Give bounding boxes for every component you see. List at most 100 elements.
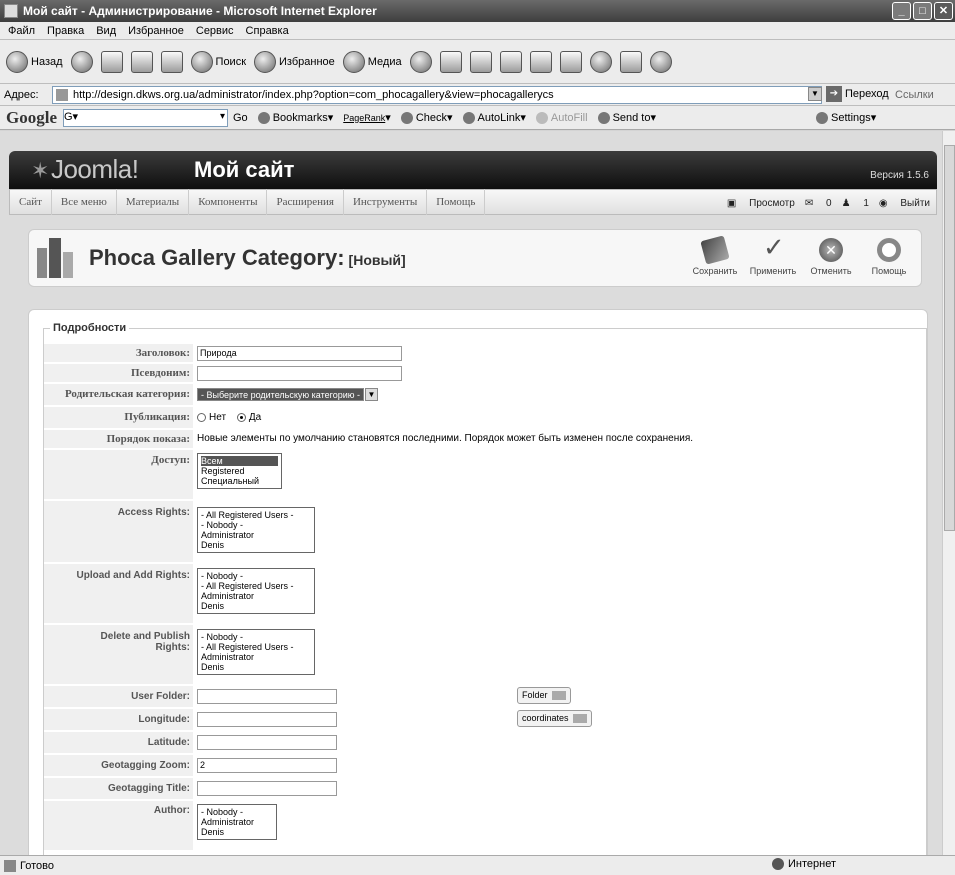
mail-button[interactable]	[439, 50, 462, 73]
access-rights-listbox[interactable]: - All Registered Users - - Nobody - Admi…	[197, 507, 315, 553]
scrollbar-thumb[interactable]	[944, 145, 955, 531]
published-yes-radio[interactable]	[236, 412, 246, 422]
menu-view[interactable]: Вид	[96, 25, 116, 37]
latitude-input[interactable]	[197, 735, 337, 750]
upload-rights-option[interactable]: - Nobody -	[201, 571, 311, 581]
access-option[interactable]: Специальный	[201, 476, 278, 486]
delete-rights-option[interactable]: - Nobody -	[201, 632, 311, 642]
menu-help[interactable]: Справка	[246, 25, 289, 37]
published-yes-label: Да	[248, 412, 262, 423]
admin-menu-menus[interactable]: Все меню	[52, 189, 117, 215]
go-button[interactable]: ➔ Переход	[826, 86, 889, 102]
access-rights-option[interactable]: - Nobody -	[201, 520, 311, 530]
address-bar: Адрес: http://design.dkws.org.ua/adminis…	[0, 84, 955, 106]
autolink-button[interactable]: AutoLink ▾	[462, 111, 526, 124]
title-input[interactable]: Природа	[197, 346, 402, 361]
delete-rights-option[interactable]: - All Registered Users -	[201, 642, 311, 652]
address-dropdown-button[interactable]: ▼	[808, 87, 822, 101]
logout-link[interactable]: ◉ Выйти	[879, 198, 930, 209]
access-listbox[interactable]: Всем Registered Специальный	[197, 453, 282, 489]
discuss-button[interactable]	[529, 50, 552, 73]
cancel-button[interactable]: ✕ Отменить	[803, 236, 859, 276]
coordinates-button[interactable]: coordinates	[517, 710, 592, 727]
admin-menu-extensions[interactable]: Расширения	[267, 189, 344, 215]
google-search-input[interactable]: G▾	[63, 108, 228, 127]
help-button[interactable]: Помощь	[861, 236, 917, 276]
menu-file[interactable]: Файл	[8, 25, 35, 37]
menu-favorites[interactable]: Избранное	[128, 25, 184, 37]
stop-button[interactable]	[100, 50, 123, 73]
longitude-input[interactable]	[197, 712, 337, 727]
close-button[interactable]: ✕	[934, 2, 953, 20]
toolbar-extra-button-2[interactable]	[619, 50, 642, 73]
print-button[interactable]	[469, 50, 492, 73]
delete-rights-listbox[interactable]: - Nobody - - All Registered Users - Admi…	[197, 629, 315, 675]
address-input[interactable]: http://design.dkws.org.ua/administrator/…	[52, 86, 822, 104]
google-logo[interactable]: Google	[6, 108, 57, 128]
toolbar-extra-button-3[interactable]	[649, 50, 672, 73]
save-button[interactable]: Сохранить	[687, 235, 743, 276]
media-button[interactable]: Медиа	[342, 50, 402, 73]
delete-rights-option[interactable]: Denis	[201, 662, 311, 672]
author-option[interactable]: Denis	[201, 827, 273, 837]
access-rights-option[interactable]: Administrator	[201, 530, 311, 540]
go-label: Переход	[845, 88, 889, 100]
refresh-button[interactable]	[130, 50, 153, 73]
edit-button[interactable]	[499, 50, 522, 73]
admin-menu-site[interactable]: Сайт	[10, 189, 52, 215]
menu-edit[interactable]: Правка	[47, 25, 84, 37]
admin-menu-content[interactable]: Материалы	[117, 189, 190, 215]
geotitle-input[interactable]	[197, 781, 337, 796]
google-go-button[interactable]: Go	[233, 112, 248, 124]
menu-tools[interactable]: Сервис	[196, 25, 234, 37]
vertical-scrollbar[interactable]	[942, 131, 955, 855]
folder-button[interactable]: Folder	[517, 687, 571, 704]
parent-label: Родительская категория:	[44, 384, 193, 406]
history-button[interactable]	[409, 50, 432, 73]
admin-menu-components[interactable]: Компоненты	[189, 189, 268, 215]
author-option[interactable]: - Nobody -	[201, 807, 273, 817]
back-button[interactable]: Назад	[6, 50, 63, 73]
links-button[interactable]: Ссылки	[895, 89, 934, 101]
published-no-label: Нет	[209, 412, 227, 423]
minimize-button[interactable]: _	[892, 2, 911, 20]
delete-rights-option[interactable]: Administrator	[201, 652, 311, 662]
author-option[interactable]: Administrator	[201, 817, 273, 827]
order-row: Порядок показа: Новые элементы по умолча…	[44, 430, 924, 449]
upload-rights-option[interactable]: Denis	[201, 601, 311, 611]
access-option[interactable]: Всем	[201, 456, 278, 466]
autofill-button[interactable]: AutoFill	[535, 111, 588, 124]
save-label: Сохранить	[692, 266, 738, 276]
component-toolbar: Phoca Gallery Category: [Новый] Сохранить…	[28, 229, 922, 287]
sendto-button[interactable]: Send to ▾	[597, 111, 656, 124]
admin-menu-help[interactable]: Помощь	[427, 189, 486, 215]
author-listbox[interactable]: - Nobody - Administrator Denis	[197, 804, 277, 840]
access-option[interactable]: Registered	[201, 466, 278, 476]
access-rights-option[interactable]: - All Registered Users -	[201, 510, 311, 520]
alias-input[interactable]	[197, 366, 402, 381]
upload-rights-option[interactable]: - All Registered Users -	[201, 581, 311, 591]
maximize-button[interactable]: □	[913, 2, 932, 20]
spellcheck-button[interactable]: Check ▾	[400, 111, 453, 124]
preview-link[interactable]: ▣ Просмотр	[727, 198, 795, 209]
zoom-input[interactable]: 2	[197, 758, 337, 773]
messages-link[interactable]: ✉ 0	[805, 198, 832, 209]
apply-button[interactable]: Применить	[745, 232, 801, 276]
forward-button[interactable]	[70, 50, 93, 73]
order-label: Порядок показа:	[44, 430, 193, 449]
favorites-button[interactable]: Избранное	[254, 50, 335, 73]
upload-rights-option[interactable]: Administrator	[201, 591, 311, 601]
search-button[interactable]: Поиск	[190, 50, 246, 73]
toolbar-extra-button-1[interactable]	[589, 50, 612, 73]
published-no-radio[interactable]	[197, 412, 206, 422]
messenger-button[interactable]	[559, 50, 582, 73]
bookmarks-button[interactable]: Bookmarks ▾	[257, 111, 333, 124]
parent-select[interactable]: - Выберите родительскую категорию - ▼	[197, 388, 378, 401]
admin-menu-tools[interactable]: Инструменты	[344, 189, 428, 215]
google-settings-button[interactable]: Settings ▾	[816, 111, 876, 124]
upload-rights-listbox[interactable]: - Nobody - - All Registered Users - Admi…	[197, 568, 315, 614]
home-button[interactable]	[160, 50, 183, 73]
pagerank-button[interactable]: PageRank ▾	[343, 111, 391, 124]
access-rights-option[interactable]: Denis	[201, 540, 311, 550]
user-folder-input[interactable]	[197, 689, 337, 704]
